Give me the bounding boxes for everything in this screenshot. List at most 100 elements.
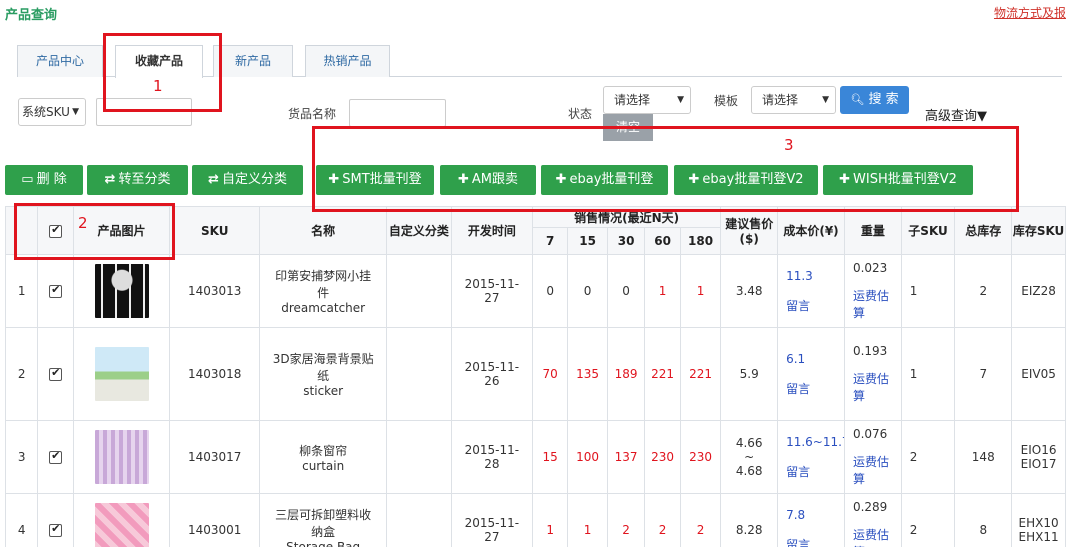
sku-value: 1403017 — [188, 450, 242, 464]
sales-30-header[interactable]: 30 — [606, 227, 646, 255]
row-select-cell[interactable] — [37, 493, 74, 547]
sales-cell: 1 — [679, 254, 722, 328]
row-index-cell: 3 — [4, 420, 39, 494]
product-thumbnail[interactable] — [94, 430, 149, 484]
freight-estimate-link[interactable]: 运费估 — [853, 370, 900, 387]
sales-cell: 100 — [567, 420, 608, 494]
advanced-search-toggle[interactable]: 高级查询▼ — [925, 105, 987, 124]
dev-time-line: 26 — [484, 374, 500, 388]
cost-link[interactable]: 7.8 — [786, 508, 843, 522]
sku-input[interactable] — [96, 98, 192, 126]
ebay-batch-list-button[interactable]: ✚ ebay批量刊登 — [541, 165, 668, 195]
search-button-label: 搜 索 — [868, 92, 899, 107]
sales-cell: 137 — [606, 420, 646, 494]
move-to-category-button[interactable]: ⇄ 转至分类 — [87, 165, 188, 195]
sales-group-header: 销售情况(最近N天) — [531, 206, 722, 228]
row-checkbox[interactable] — [49, 522, 63, 537]
freight-estimate-link[interactable]: 算 — [853, 387, 900, 404]
tab-hot-products[interactable]: 热销产品 — [305, 45, 390, 77]
freight-estimate-link[interactable]: 算 — [853, 543, 900, 547]
am-follow-sell-button[interactable]: ✚ AM跟卖 — [440, 165, 536, 195]
stock-sku-cell: EHX10 EHX11 — [1011, 493, 1066, 547]
row-index: 2 — [17, 367, 26, 381]
image-header: 产品图片 — [72, 206, 171, 255]
custom-category-button[interactable]: ⇄ 自定义分类 — [192, 165, 303, 195]
custom-category-cell — [386, 420, 452, 494]
name-line: Storage Bag — [286, 540, 361, 547]
sales-cell: 70 — [531, 327, 569, 421]
message-link[interactable]: 留言 — [786, 380, 843, 397]
product-image-cell[interactable] — [72, 493, 171, 547]
search-button[interactable]: 🔍︎ 搜 索 — [840, 86, 909, 114]
transfer-icon: ⇄ — [208, 172, 219, 187]
sales-value: 230 — [651, 450, 675, 464]
table-row[interactable]: 1 1403013 印第安捕梦网小挂件dreamcatcher 2015-11-27 0… — [4, 254, 1066, 328]
weight-cell: 0.076 运费估算 — [843, 420, 902, 494]
total-stock-header: 总库存 — [954, 206, 1013, 255]
message-link[interactable]: 留言 — [786, 536, 843, 547]
table-row[interactable]: 2 1403018 3D家居海景背景贴纸sticker 2015-11-26 70 135… — [4, 327, 1066, 421]
clear-button[interactable]: 清空 — [603, 114, 653, 141]
sku-value: 1403018 — [188, 367, 242, 381]
sales-value: 137 — [614, 450, 638, 464]
logistics-link[interactable]: 物流方式及报 — [994, 4, 1066, 21]
table-row[interactable]: 4 1403001 三层可拆卸塑料收纳盒Storage Bag 2015-11-27 1… — [4, 493, 1066, 547]
row-select-cell[interactable] — [37, 254, 74, 328]
stock-sku-line: EIZ28 — [1021, 284, 1056, 298]
sales-7-header[interactable]: 7 — [531, 227, 569, 255]
freight-estimate-link[interactable]: 算 — [853, 470, 900, 487]
smt-batch-list-button[interactable]: ✚ SMT批量刊登 — [316, 165, 434, 195]
template-label: 模板 — [714, 94, 739, 108]
cost-link[interactable]: 11.3 — [786, 269, 843, 283]
product-image-cell[interactable] — [72, 327, 171, 421]
ebay-batch-list-label: ebay批量刊登 — [569, 172, 654, 187]
tab-new-products[interactable]: 新产品 — [213, 45, 293, 77]
total-stock-cell: 2 — [954, 254, 1013, 328]
freight-estimate-link[interactable]: 算 — [853, 304, 900, 321]
row-index-cell: 2 — [4, 327, 39, 421]
sales-15-header[interactable]: 15 — [567, 227, 608, 255]
tab-product-center[interactable]: 产品中心 — [17, 45, 103, 77]
delete-button[interactable]: ▭ 删 除 — [5, 165, 83, 195]
sku-cell: 1403017 — [169, 420, 261, 494]
sku-type-select[interactable]: 系统SKU ▼ — [18, 98, 86, 126]
move-to-category-label: 转至分类 — [118, 172, 171, 187]
select-all-header[interactable] — [37, 206, 74, 255]
select-all-checkbox[interactable] — [49, 223, 63, 238]
row-checkbox[interactable] — [49, 283, 63, 298]
product-thumbnail[interactable] — [94, 347, 149, 401]
message-link[interactable]: 留言 — [786, 297, 843, 314]
sku-cell: 1403001 — [169, 493, 261, 547]
wish-batch-list-v2-button[interactable]: ✚ WISH批量刊登V2 — [823, 165, 973, 195]
row-select-cell[interactable] — [37, 420, 74, 494]
row-select-cell[interactable] — [37, 327, 74, 421]
row-index-cell: 1 — [4, 254, 39, 328]
tab-favorites[interactable]: 收藏产品 — [115, 45, 203, 78]
table-row[interactable]: 3 1403017 柳条窗帘curtain 2015-11-28 15 100 137 230… — [4, 420, 1066, 494]
product-image-cell[interactable] — [72, 420, 171, 494]
message-link[interactable]: 留言 — [786, 463, 843, 480]
row-checkbox[interactable] — [49, 449, 63, 464]
product-thumbnail[interactable] — [94, 264, 149, 318]
freight-estimate-link[interactable]: 运费估 — [853, 526, 900, 543]
goods-name-input[interactable] — [349, 99, 446, 127]
sub-sku-cell: 1 — [900, 254, 956, 328]
goods-name-label: 货品名称 — [288, 107, 337, 121]
product-thumbnail[interactable] — [94, 503, 149, 547]
cost-link[interactable]: 6.1 — [786, 352, 843, 366]
cost-link[interactable]: 11.6~11.7 — [786, 435, 843, 449]
row-checkbox[interactable] — [49, 366, 63, 381]
freight-estimate-link[interactable]: 运费估 — [853, 287, 900, 304]
template-select[interactable]: 请选择 ▼ — [751, 86, 836, 114]
product-image-cell[interactable] — [72, 254, 171, 328]
suggest-price-cell: 5.9 — [720, 327, 779, 421]
freight-estimate-link[interactable]: 运费估 — [853, 453, 900, 470]
sales-60-header[interactable]: 60 — [644, 227, 681, 255]
chevron-down-icon: ▼ — [677, 95, 684, 105]
total-stock-value: 148 — [971, 450, 995, 464]
stock-sku-line: EIV05 — [1021, 367, 1056, 381]
ebay-batch-list-v2-button[interactable]: ✚ ebay批量刊登V2 — [674, 165, 818, 195]
sales-180-header[interactable]: 180 — [679, 227, 722, 255]
status-select[interactable]: 请选择 ▼ — [603, 86, 691, 114]
minus-icon: ▭ — [21, 172, 34, 187]
